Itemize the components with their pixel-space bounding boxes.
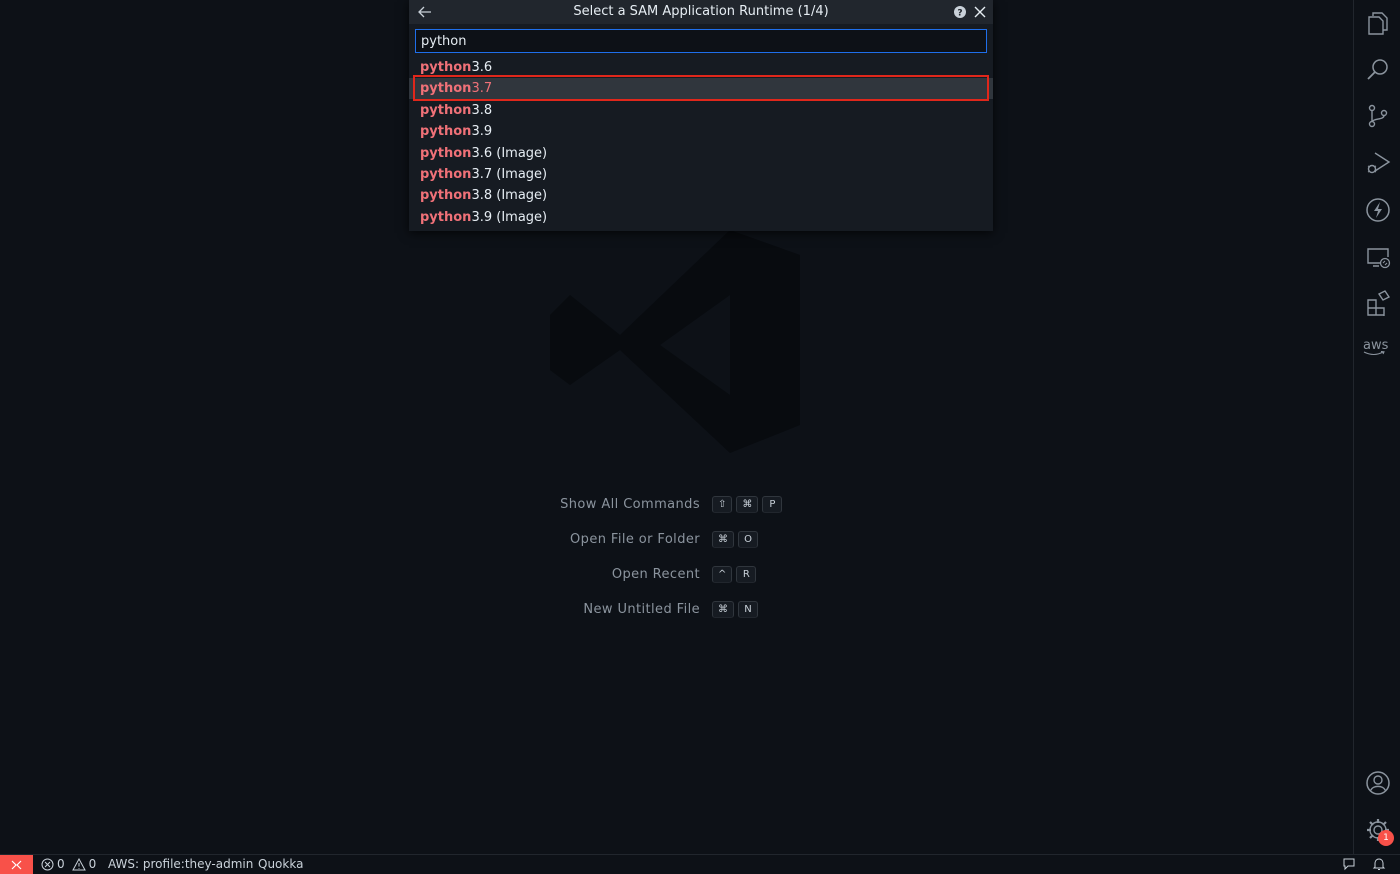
files-icon[interactable] <box>1365 10 1391 36</box>
key-cap: ⌘ <box>712 531 734 548</box>
quick-pick-input[interactable] <box>415 29 987 53</box>
runtime-version: 3.6 (Image) <box>471 145 548 161</box>
search-icon[interactable] <box>1365 57 1391 83</box>
shortcut-keys: ⌘ O <box>712 531 758 548</box>
runtime-version: 3.9 (Image) <box>471 209 548 225</box>
accounts-icon[interactable] <box>1365 770 1391 796</box>
key-cap: ⌘ <box>736 496 759 513</box>
shortcut-label: Open File or Folder <box>570 532 700 547</box>
extensions-icon[interactable] <box>1365 290 1391 316</box>
shortcut-label: New Untitled File <box>583 602 700 617</box>
runtime-option-label: python3.6 <box>420 60 492 75</box>
runtime-option[interactable]: python3.6 <box>409 57 993 78</box>
runtime-option-label: python3.7 (Image) <box>420 167 547 182</box>
shortcut-keys: ^ R <box>712 566 757 583</box>
key-cap: ⇧ <box>712 496 733 513</box>
help-icon[interactable]: ? <box>952 4 968 20</box>
shortcut-keys: ⇧ ⌘ P <box>712 496 783 513</box>
key-cap: N <box>738 601 758 618</box>
runtime-version: 3.7 (Image) <box>471 167 548 182</box>
shortcut-row[interactable]: New Untitled File ⌘ N <box>420 600 940 622</box>
match-highlight: python <box>420 167 472 182</box>
match-highlight: python <box>420 102 472 118</box>
warning-icon <box>71 857 86 870</box>
runtime-option-label: python3.7 <box>420 81 492 96</box>
match-highlight: python <box>420 188 472 204</box>
close-icon[interactable] <box>971 3 989 21</box>
feedback-icon[interactable] <box>1342 857 1356 871</box>
shortcut-label: Open Recent <box>611 567 700 582</box>
quokka-status[interactable]: Quokka <box>258 857 303 871</box>
runtime-option[interactable]: python3.8 <box>409 100 993 121</box>
source-control-icon[interactable] <box>1365 103 1391 129</box>
key-cap: P <box>762 496 783 513</box>
runtime-option[interactable]: python3.7 (Image) <box>409 164 993 185</box>
runtime-version: 3.7 <box>471 81 493 97</box>
quick-pick-title-bar: Select a SAM Application Runtime (1/4) ? <box>409 0 993 24</box>
remote-explorer-icon[interactable] <box>1365 244 1391 270</box>
problems-indicator[interactable]: 0 0 <box>41 857 96 871</box>
runtime-option-label: python3.8 <box>420 103 492 118</box>
remote-indicator[interactable] <box>0 855 33 874</box>
runtime-option[interactable]: python3.9 <box>409 121 993 142</box>
runtime-option[interactable]: python3.9 (Image) <box>409 207 993 228</box>
match-highlight: python <box>420 81 472 97</box>
runtime-option-label: python3.8 (Image) <box>420 188 547 203</box>
runtime-option-label: python3.6 (Image) <box>420 146 547 161</box>
runtime-version: 3.9 <box>471 124 493 140</box>
runtime-option[interactable]: python3.6 (Image) <box>409 143 993 164</box>
runtime-option[interactable]: python3.8 (Image) <box>409 185 993 206</box>
remote-icon <box>11 860 22 870</box>
quick-pick: Select a SAM Application Runtime (1/4) ?… <box>409 0 993 231</box>
lightning-icon[interactable] <box>1365 197 1391 223</box>
key-cap: ⌘ <box>712 601 734 618</box>
shortcut-row[interactable]: Show All Commands ⇧ ⌘ P <box>420 495 940 517</box>
shortcut-row[interactable]: Open File or Folder ⌘ O <box>420 530 940 552</box>
settings-badge: 1 <box>1378 830 1394 846</box>
shortcut-label: Show All Commands <box>560 497 700 512</box>
activity-bar: aws 1 <box>1353 0 1400 854</box>
svg-text:?: ? <box>957 9 962 19</box>
match-highlight: python <box>420 124 472 140</box>
aws-toolkit-icon[interactable]: aws <box>1363 338 1388 356</box>
status-bar: 0 0 AWS: profile:they-admin Quokka <box>0 854 1400 874</box>
key-cap: R <box>736 566 757 583</box>
match-highlight: python <box>420 60 472 75</box>
shortcut-row[interactable]: Open Recent ^ R <box>420 565 940 587</box>
runtime-option-label: python3.9 (Image) <box>420 210 547 225</box>
warning-count: 0 <box>88 857 97 871</box>
aws-label: aws <box>1363 338 1389 353</box>
aws-profile-status[interactable]: AWS: profile:they-admin <box>108 857 253 871</box>
runtime-version: 3.6 <box>471 60 493 75</box>
shortcut-keys: ⌘ N <box>712 601 758 618</box>
quick-pick-title: Select a SAM Application Runtime (1/4) <box>573 4 829 19</box>
key-cap: ^ <box>712 566 733 583</box>
runtime-option[interactable]: python3.7 <box>409 78 993 100</box>
runtime-version: 3.8 <box>471 102 493 118</box>
vscode-logo-watermark-icon <box>550 230 800 453</box>
runtime-version: 3.8 (Image) <box>471 188 548 204</box>
bell-icon[interactable] <box>1372 857 1386 871</box>
match-highlight: python <box>420 145 472 161</box>
error-count: 0 <box>57 857 65 871</box>
match-highlight: python <box>420 209 472 225</box>
runtime-option-label: python3.9 <box>420 124 492 139</box>
key-cap: O <box>738 531 758 548</box>
error-icon <box>41 858 54 870</box>
run-debug-icon[interactable] <box>1365 150 1391 176</box>
